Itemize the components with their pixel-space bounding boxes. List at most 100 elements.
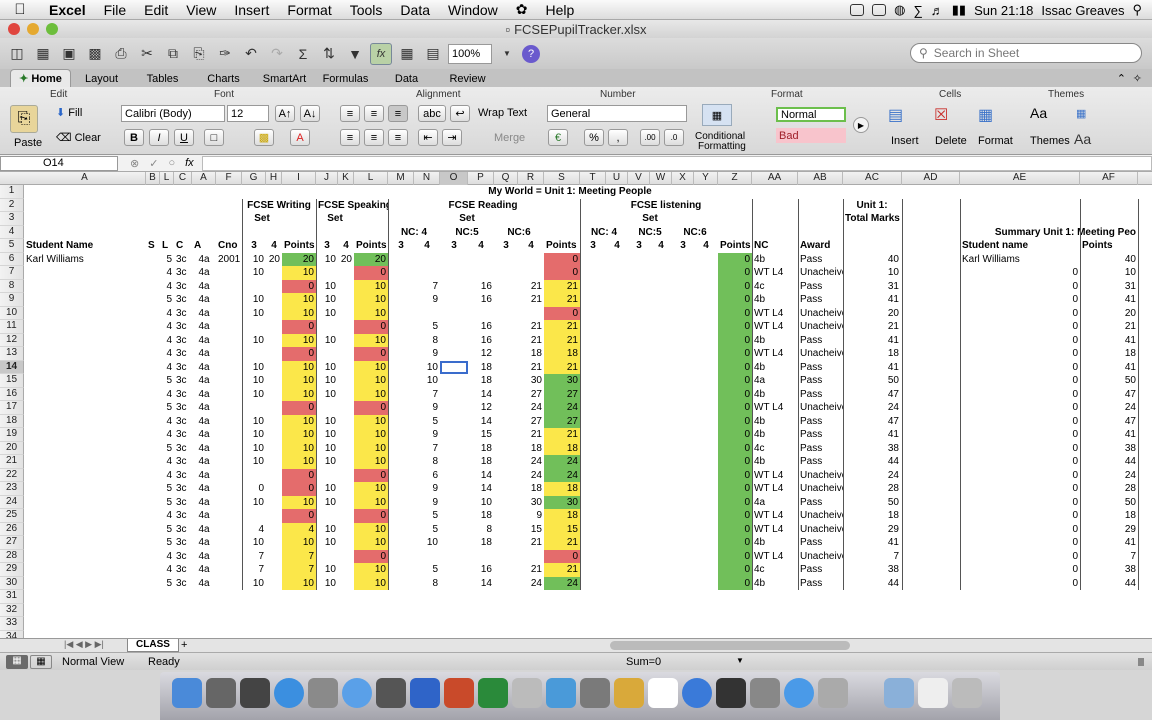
- student-name[interactable]: [24, 415, 146, 429]
- column-header-v[interactable]: V: [628, 172, 650, 185]
- reading-nc6[interactable]: 21: [518, 536, 544, 550]
- summary-name[interactable]: 0: [960, 293, 1080, 307]
- cno-cell[interactable]: [216, 266, 242, 280]
- target-cell[interactable]: 4a: [192, 536, 216, 550]
- nc-level[interactable]: 4b: [752, 293, 798, 307]
- selected-cell[interactable]: [440, 360, 468, 374]
- nc-level[interactable]: WT L4: [752, 266, 798, 280]
- reading-nc5[interactable]: 18: [468, 374, 494, 388]
- reading-nc5[interactable]: 14: [468, 482, 494, 496]
- reading-nc4[interactable]: 9: [414, 401, 440, 415]
- writing-points[interactable]: 7: [282, 563, 316, 577]
- reading-nc5[interactable]: 14: [468, 415, 494, 429]
- award-cell[interactable]: Pass: [798, 442, 843, 456]
- battery-icon[interactable]: ▮▮: [952, 2, 966, 18]
- function-insert-icon[interactable]: ○: [168, 157, 175, 169]
- row-header[interactable]: 4: [0, 225, 24, 239]
- writing-set3[interactable]: 10: [242, 536, 266, 550]
- column-header-x[interactable]: X: [672, 172, 694, 185]
- itunes-icon[interactable]: [682, 678, 712, 708]
- nc-level[interactable]: 4c: [752, 280, 798, 294]
- reading-nc4[interactable]: [414, 266, 440, 280]
- cno-cell[interactable]: [216, 482, 242, 496]
- reading-nc4[interactable]: 5: [414, 320, 440, 334]
- row-header[interactable]: 21: [0, 455, 24, 469]
- row-header[interactable]: 23: [0, 482, 24, 496]
- tab-smartart[interactable]: SmartArt: [254, 71, 315, 87]
- student-name[interactable]: [24, 469, 146, 483]
- nc-level[interactable]: WT L4: [752, 347, 798, 361]
- nc-level[interactable]: 4a: [752, 374, 798, 388]
- writing-set4[interactable]: [266, 536, 282, 550]
- award-cell[interactable]: Pass: [798, 374, 843, 388]
- class-cell[interactable]: 3c: [174, 482, 192, 496]
- reading-nc5[interactable]: [468, 550, 494, 564]
- target-cell[interactable]: 4a: [192, 388, 216, 402]
- listening-points[interactable]: 0: [718, 347, 752, 361]
- reading-nc6[interactable]: 21: [518, 428, 544, 442]
- align-center-icon[interactable]: ≡: [364, 129, 384, 146]
- menu-data[interactable]: Data: [391, 2, 439, 18]
- tab-charts[interactable]: Charts: [193, 71, 254, 87]
- reading-points[interactable]: 0: [544, 252, 580, 266]
- speaking-points[interactable]: 0: [354, 401, 388, 415]
- style-normal[interactable]: Normal: [776, 107, 846, 122]
- speaking-set4[interactable]: [338, 523, 354, 537]
- increase-decimal-icon[interactable]: .00: [640, 129, 660, 146]
- tab-review[interactable]: Review: [437, 71, 498, 87]
- level-cell[interactable]: 4: [160, 455, 174, 469]
- nc-level[interactable]: 4b: [752, 577, 798, 591]
- column-header-l[interactable]: L: [354, 172, 388, 185]
- target-cell[interactable]: 4a: [192, 509, 216, 523]
- student-name[interactable]: Karl Williams: [24, 253, 146, 267]
- total-marks[interactable]: 47: [843, 415, 901, 429]
- speaking-set3[interactable]: 10: [316, 482, 338, 496]
- award-cell[interactable]: Unacheive: [798, 550, 843, 564]
- award-cell[interactable]: Pass: [798, 334, 843, 348]
- nc-level[interactable]: WT L4: [752, 523, 798, 537]
- reading-nc6[interactable]: 27: [518, 415, 544, 429]
- award-cell[interactable]: Pass: [798, 293, 843, 307]
- writing-set4[interactable]: [266, 469, 282, 483]
- speaking-set3[interactable]: 10: [316, 307, 338, 321]
- row-header[interactable]: 7: [0, 266, 24, 280]
- student-name[interactable]: [24, 536, 146, 550]
- tab-home[interactable]: ✦ Home: [10, 69, 71, 87]
- target-cell[interactable]: 4a: [192, 401, 216, 415]
- speaking-set4[interactable]: [338, 347, 354, 361]
- reading-nc6[interactable]: 18: [518, 442, 544, 456]
- column-header-p[interactable]: P: [468, 172, 494, 185]
- mail-icon[interactable]: [308, 678, 338, 708]
- themes-icon[interactable]: Aa: [1030, 105, 1047, 121]
- header-cell[interactable]: 3: [628, 239, 650, 253]
- total-marks[interactable]: 47: [843, 388, 901, 402]
- format-cells-icon[interactable]: ▦: [978, 105, 993, 125]
- reading-nc4[interactable]: 7: [414, 442, 440, 456]
- column-header-j[interactable]: J: [316, 172, 338, 185]
- column-header-q[interactable]: Q: [494, 172, 518, 185]
- row-header[interactable]: 15: [0, 374, 24, 388]
- total-marks[interactable]: 20: [843, 307, 901, 321]
- award-cell[interactable]: Unacheive: [798, 469, 843, 483]
- reading-nc4[interactable]: 8: [414, 577, 440, 591]
- cancel-icon[interactable]: ⊗: [130, 157, 139, 170]
- cno-cell[interactable]: [216, 455, 242, 469]
- reading-nc5[interactable]: [468, 253, 494, 267]
- total-marks[interactable]: 18: [843, 509, 901, 523]
- header-cell[interactable]: 3: [580, 239, 606, 253]
- summary-points[interactable]: 29: [1080, 523, 1138, 537]
- summary-name[interactable]: 0: [960, 415, 1080, 429]
- writing-set3[interactable]: 10: [242, 388, 266, 402]
- writing-set4[interactable]: [266, 307, 282, 321]
- menu-user[interactable]: Issac Greaves: [1041, 3, 1124, 18]
- target-cell[interactable]: 4a: [192, 320, 216, 334]
- nc-level[interactable]: 4a: [752, 496, 798, 510]
- header-cell[interactable]: A: [192, 239, 216, 253]
- number-format-select[interactable]: General: [547, 105, 687, 122]
- header-cell[interactable]: 3: [388, 239, 414, 253]
- speaking-set3[interactable]: [316, 401, 338, 415]
- reading-points[interactable]: 27: [544, 387, 580, 401]
- column-header-ab[interactable]: AB: [798, 172, 843, 185]
- award-cell[interactable]: Pass: [798, 563, 843, 577]
- speaking-set4[interactable]: [338, 293, 354, 307]
